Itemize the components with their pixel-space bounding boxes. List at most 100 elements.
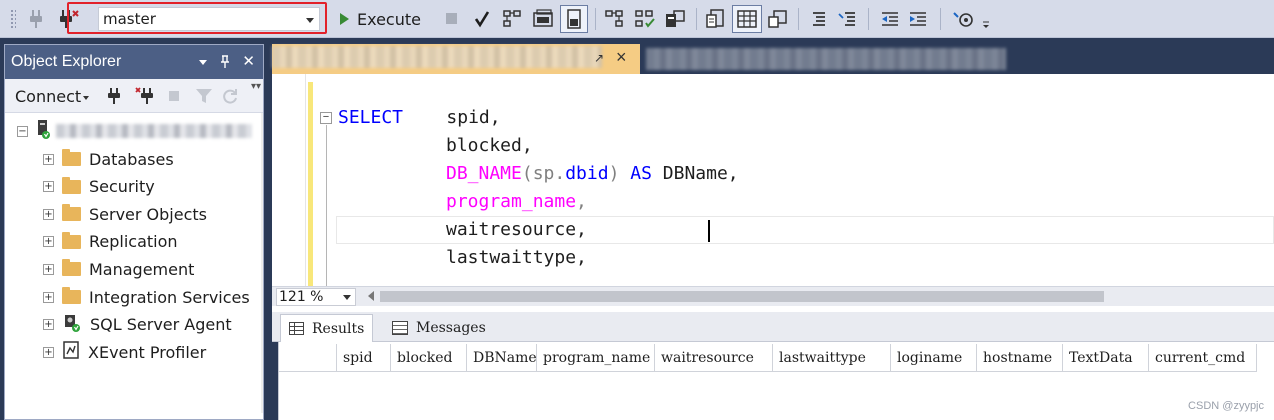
window-position-dropdown-icon[interactable]: [198, 45, 208, 82]
sql-editor[interactable]: − SELECT spid, blocked, DB_NAME(sp.dbid)…: [272, 74, 1274, 286]
folder-icon: [62, 287, 81, 304]
tab-results[interactable]: Results: [280, 314, 374, 342]
tree-item-label: Replication: [89, 232, 178, 252]
column-header-hostname[interactable]: hostname: [977, 344, 1063, 372]
expand-icon[interactable]: +: [43, 208, 54, 220]
tree-item-label: Server Objects: [89, 204, 207, 224]
close-icon[interactable]: ✕: [242, 45, 255, 82]
parse-checkmark-icon[interactable]: [474, 8, 490, 30]
code-line-1: SELECT spid,: [338, 107, 501, 128]
editor-status-bar: 121 %: [272, 286, 1274, 306]
play-icon: [340, 13, 349, 25]
live-statistics-icon[interactable]: [634, 8, 656, 30]
close-tab-icon[interactable]: ×: [616, 47, 627, 68]
results-to-grid-toggle[interactable]: [732, 5, 762, 33]
toolbar-grip[interactable]: [10, 9, 16, 29]
expand-icon[interactable]: +: [43, 346, 54, 358]
results-grid[interactable]: spid blocked DBName program_name waitresourc…: [278, 342, 1274, 420]
column-header-loginame[interactable]: loginame: [891, 344, 977, 372]
stop-icon[interactable]: [167, 87, 181, 108]
tab-title-redacted: [272, 46, 602, 68]
chevron-down-icon: [83, 95, 90, 100]
tab-active-query[interactable]: ↗ ×: [272, 44, 640, 74]
folder-icon: [62, 231, 81, 249]
disconnect-icon[interactable]: [135, 87, 155, 108]
expand-icon[interactable]: +: [43, 236, 54, 248]
column-header-waitresource[interactable]: waitresource: [655, 344, 773, 372]
cancel-query-icon[interactable]: [446, 8, 458, 30]
object-explorer-scrollbar[interactable]: [261, 113, 263, 413]
filter-icon[interactable]: [195, 87, 213, 108]
fold-collapse-icon[interactable]: −: [320, 112, 332, 124]
horizontal-scrollbar-thumb[interactable]: [380, 291, 1104, 302]
tab-messages[interactable]: Messages: [384, 314, 494, 342]
collapse-icon[interactable]: −: [17, 125, 28, 137]
column-header-spid[interactable]: spid: [337, 344, 391, 372]
messages-icon: [392, 321, 408, 335]
pin-icon[interactable]: [220, 45, 230, 82]
tree-item-management[interactable]: + Management: [43, 256, 194, 282]
column-header-textdata[interactable]: TextData: [1063, 344, 1149, 372]
tree-item-label: Management: [89, 259, 195, 279]
code-line-2: blocked,: [446, 135, 533, 156]
connect-dropdown-button[interactable]: Connect: [15, 87, 90, 106]
actual-plan-icon[interactable]: [604, 8, 624, 30]
results-grid-header: spid blocked DBName program_name waitresourc…: [279, 344, 1257, 372]
column-header-dbname[interactable]: DBName: [467, 344, 537, 372]
fold-guide-line: [326, 125, 327, 286]
connect-plug-icon[interactable]: [107, 87, 121, 108]
folder-icon: [62, 149, 81, 166]
query-options-icon[interactable]: [532, 8, 554, 30]
sql-agent-icon: [62, 313, 82, 337]
comment-lines-icon[interactable]: [810, 8, 828, 30]
tree-item-replication[interactable]: + Replication: [43, 229, 178, 255]
tree-item-xevent-profiler[interactable]: + XEvent Profiler: [43, 339, 206, 365]
specify-template-parameters-icon[interactable]: [952, 8, 974, 30]
column-header-lastwaittype[interactable]: lastwaittype: [773, 344, 891, 372]
display-estimated-plan-icon[interactable]: [502, 8, 522, 30]
code-line-5: waitresource,: [446, 219, 587, 240]
refresh-icon[interactable]: [221, 87, 239, 108]
chevron-down-icon: [343, 295, 351, 300]
results-to-file-icon[interactable]: [768, 8, 788, 30]
connect-plug-icon[interactable]: [28, 8, 44, 30]
tree-item-server-objects[interactable]: + Server Objects: [43, 201, 207, 227]
pin-icon[interactable]: ↗: [594, 51, 604, 65]
execute-button[interactable]: Execute: [340, 8, 421, 30]
column-header-program-name[interactable]: program_name: [537, 344, 655, 372]
chevron-down-icon[interactable]: [306, 18, 314, 23]
expand-icon[interactable]: +: [43, 319, 54, 331]
scroll-left-icon[interactable]: [368, 291, 374, 301]
tree-item-security[interactable]: + Security: [43, 174, 155, 200]
database-selector[interactable]: master: [98, 7, 320, 31]
server-name-redacted: [56, 124, 252, 138]
results-to-text-icon[interactable]: [706, 8, 724, 30]
tree-item-label: XEvent Profiler: [88, 342, 207, 362]
column-header-blocked[interactable]: blocked: [391, 344, 467, 372]
folder-icon: [62, 259, 81, 277]
expand-icon[interactable]: +: [43, 291, 54, 303]
expand-icon[interactable]: +: [43, 263, 54, 275]
tree-item-sql-server-agent[interactable]: + SQL Server Agent: [43, 312, 232, 338]
uncomment-lines-icon[interactable]: [838, 8, 858, 30]
expand-icon[interactable]: +: [43, 153, 54, 165]
text-caret: [708, 220, 710, 242]
object-explorer-title: Object Explorer: [11, 53, 122, 70]
toolbar-overflow-icon[interactable]: ▾▾: [251, 81, 261, 92]
results-to-file-toggle[interactable]: [560, 5, 588, 33]
column-header-current-cmd[interactable]: current_cmd: [1149, 344, 1257, 372]
tab-other-query-redacted[interactable]: [646, 48, 1006, 70]
toolbar-overflow-icon[interactable]: [982, 14, 990, 36]
client-statistics-icon[interactable]: [664, 8, 686, 30]
increase-indent-icon[interactable]: [908, 8, 928, 30]
object-explorer-toolbar: Connect ▾▾: [5, 79, 263, 113]
tree-item-integration-services[interactable]: + Integration Services: [43, 284, 250, 310]
zoom-selector[interactable]: 121 %: [276, 288, 356, 306]
tree-item-databases[interactable]: + Databases: [43, 146, 174, 172]
expand-icon[interactable]: +: [43, 181, 54, 193]
tree-item-label: Security: [89, 177, 155, 197]
decrease-indent-icon[interactable]: [880, 8, 900, 30]
server-node[interactable]: −: [17, 118, 252, 144]
tree-item-label: Integration Services: [89, 287, 250, 307]
database-selector-value: master: [103, 10, 156, 28]
